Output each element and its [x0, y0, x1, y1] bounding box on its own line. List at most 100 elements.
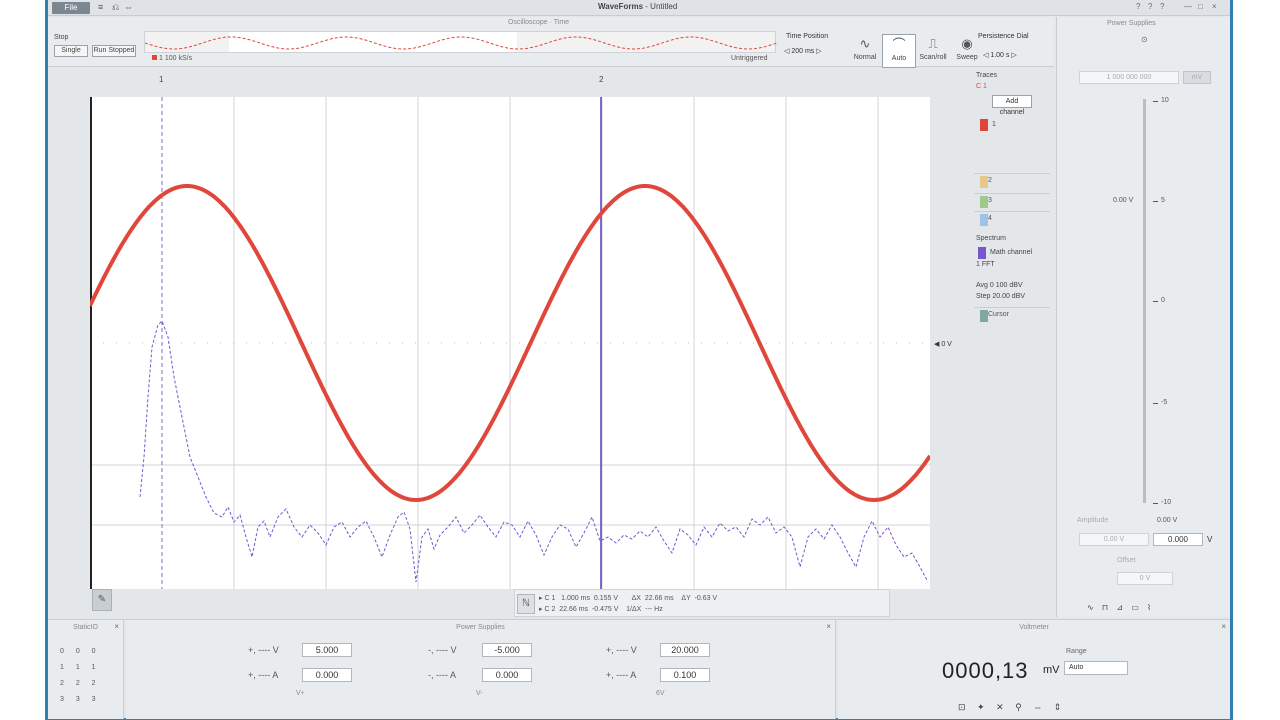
file-menu-button[interactable]: File [52, 2, 90, 14]
right-panel: Power Supplies ⊙ 1 000 000 000 mV 10 5 0… [1056, 17, 1230, 617]
level-slider[interactable] [1143, 99, 1146, 503]
channel-4-swatch [980, 214, 988, 226]
persistence-control[interactable]: ◁ 1.00 s ▷ [983, 51, 1017, 59]
close-icon[interactable]: × [1212, 2, 1217, 11]
knob-icon[interactable]: ⊙ [1141, 35, 1148, 44]
trigger-scan-button[interactable]: ⎍ Scan/roll [916, 34, 950, 68]
right-panel-title: Power Supplies [1107, 20, 1156, 27]
psu-1-current-input[interactable]: 0.000 [302, 668, 352, 682]
arrows-icon[interactable]: ⇔ [124, 2, 133, 12]
add-channel-button[interactable]: Add channel [992, 95, 1032, 116]
slider-tick [1153, 201, 1158, 202]
slider-value: 0.00 V [1113, 197, 1134, 204]
cursor-2-label[interactable]: 2 [599, 75, 603, 84]
pulse-icon: ⎍ [928, 36, 938, 51]
time-position-control[interactable]: ◁ 200 ms ▷ [784, 47, 822, 55]
math-line-1: 1 FFT [976, 261, 995, 268]
title-bar: File ≡ ⎌ ⇔ WaveForms - Untitled ? ? ? — … [48, 0, 1230, 16]
single-button[interactable]: Single [54, 45, 88, 57]
channel-1-swatch[interactable] [980, 119, 988, 131]
cursor-row-label: Cursor [988, 311, 1010, 318]
cursor-1-label[interactable]: 1 [159, 75, 163, 84]
psu-1-voltage-label: +, ---- V [248, 645, 279, 655]
channel-swatch [152, 55, 157, 60]
io-row[interactable]: 3 3 3 [60, 696, 96, 703]
value-field[interactable]: 1 000 000 000 [1079, 71, 1179, 84]
slider-tick [1153, 403, 1158, 404]
minimize-icon[interactable]: — [1184, 2, 1192, 11]
spectrum-section-label: Spectrum [976, 235, 1006, 242]
menu-icon[interactable]: ≡ [98, 2, 103, 12]
psu-2-caption: V- [476, 690, 483, 697]
math-channel-name: Math channel [990, 249, 1033, 256]
io-row[interactable]: 2 2 2 [60, 680, 96, 687]
mode-label: Stop [54, 34, 69, 41]
about-icon[interactable]: ? [1160, 2, 1164, 11]
plot-area: 1 2 ◀ 0 V ✎ ℕ ▸ C 1 1.000 ms 0.155 V ΔX … [48, 68, 954, 618]
psu-2-current-input[interactable]: 0.000 [482, 668, 532, 682]
trigger-scan-label: Scan/roll [919, 54, 947, 61]
pen-icon[interactable]: ✎ [92, 589, 112, 611]
channel-panel: Traces C 1 Add channel 1 2 3 4 Spectrum … [972, 69, 1052, 329]
run-button[interactable]: Run Stopped [92, 45, 136, 57]
psu-1-voltage-input[interactable]: 5.000 [302, 643, 352, 657]
undo-icon[interactable]: ⎌ [112, 2, 119, 13]
psu-1-caption: V+ [296, 690, 305, 697]
measurement-box: ℕ ▸ C 1 1.000 ms 0.155 V ΔX 22.66 ms ΔY … [514, 589, 890, 617]
cursor-row[interactable]: Cursor [974, 307, 1050, 323]
channel-2-label: 2 [988, 177, 992, 184]
io-row[interactable]: 0 0 0 [60, 648, 96, 655]
slider-label: 5 [1161, 197, 1165, 204]
trigger-normal-button[interactable]: ∿ Normal [848, 34, 882, 68]
psu-2-voltage-input[interactable]: -5.000 [482, 643, 532, 657]
close-icon[interactable]: × [826, 622, 831, 631]
app-window: File ≡ ⎌ ⇔ WaveForms - Untitled ? ? ? — … [48, 0, 1230, 719]
close-icon[interactable]: × [114, 622, 119, 631]
io-row[interactable]: 1 1 1 [60, 664, 96, 671]
power-supplies-title: Power Supplies [456, 624, 505, 631]
math-line-3: Step 20.00 dBV [976, 293, 1026, 300]
overview-strip[interactable] [144, 31, 777, 53]
plot-canvas [90, 97, 930, 589]
window-title: WaveForms - Untitled [598, 2, 677, 11]
slider-label: 0 [1161, 297, 1165, 304]
math-channel-swatch[interactable] [978, 247, 986, 259]
measurement-icon[interactable]: ℕ [517, 594, 535, 614]
slider-label: -5 [1161, 399, 1168, 406]
unit-button[interactable]: mV [1183, 71, 1211, 84]
bottom-instruments: StaticIO × 0 0 0 1 1 1 2 2 2 3 3 3 Power… [48, 619, 1230, 719]
info-icon[interactable]: ? [1148, 2, 1152, 11]
channel-3-row[interactable]: 3 [974, 193, 1050, 209]
trigger-auto-button[interactable]: ⌒ Auto [882, 34, 916, 68]
psu-3-caption: 6V [656, 690, 665, 697]
channel-4-row[interactable]: 4 [974, 211, 1050, 227]
power-supplies-panel: Power Supplies × +, ---- V 5.000 +, ----… [126, 620, 836, 719]
offset-input[interactable]: 0.000 [1153, 533, 1203, 546]
channel-4-label: 4 [988, 215, 992, 222]
math-channel-trace [139, 320, 929, 583]
amplitude-input[interactable]: 0.00 V [1079, 533, 1149, 546]
channel-3-label: 3 [988, 197, 992, 204]
persistence-label: Persistence Dial [978, 33, 1029, 40]
reference-level-label: ◀ 0 V [934, 341, 952, 348]
channel-panel-header: Traces [976, 72, 998, 79]
close-icon[interactable]: × [1221, 622, 1226, 631]
voltmeter-panel: Voltmeter × 0000,13 mV Range Auto ⊡ ✦ ✕ … [838, 620, 1230, 719]
step-input[interactable]: 0 V [1117, 572, 1173, 585]
offset-label: Offset [1117, 557, 1136, 564]
channel-2-row[interactable]: 2 [974, 173, 1050, 189]
trigger-sweep-label: Sweep [956, 54, 978, 61]
voltmeter-toolbar[interactable]: ⊡ ✦ ✕ ⚲ ⇔ ⇕ [958, 702, 1061, 713]
overview-trace [145, 36, 777, 50]
range-select[interactable]: Auto [1064, 661, 1128, 675]
static-io-panel: StaticIO × 0 0 0 1 1 1 2 2 2 3 3 3 [48, 620, 124, 719]
trigger-auto-label: Auto [891, 55, 907, 62]
waveform-type-row[interactable]: ∿ ⊓ ⊿ ▭ ⌇ [1087, 603, 1151, 612]
psu-3-voltage-input[interactable]: 20.000 [660, 643, 710, 657]
psu-3-current-input[interactable]: 0.100 [660, 668, 710, 682]
document-name: - Untitled [645, 2, 678, 11]
help-icon[interactable]: ? [1136, 2, 1140, 11]
amplitude-label: Amplitude [1077, 517, 1109, 524]
oscilloscope-plot[interactable] [90, 97, 930, 589]
maximize-icon[interactable]: □ [1198, 2, 1203, 11]
